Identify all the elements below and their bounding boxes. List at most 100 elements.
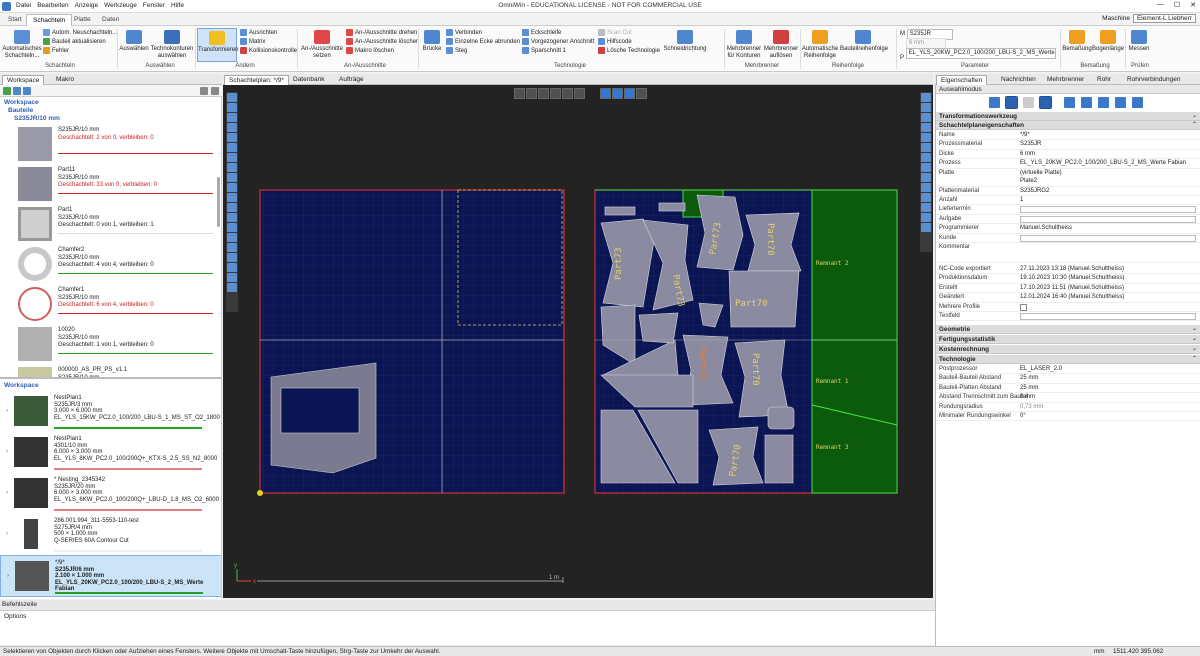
select-tag-icon[interactable] <box>1132 97 1143 108</box>
technology-row[interactable]: Rundungsradius 0,73 mm <box>936 403 1200 412</box>
property-row[interactable]: Prozessmaterial S235JR <box>936 140 1200 150</box>
nest-list-item[interactable]: › 286.001.994_311-5553-110-test S275JR/4 m… <box>0 514 221 556</box>
matrix-button[interactable]: Matrix <box>240 38 265 47</box>
zoom-fit-icon[interactable] <box>562 88 573 99</box>
property-row[interactable]: Kommentar <box>936 243 1200 263</box>
tab-datenbank[interactable]: Datenbank <box>289 75 328 84</box>
technology-section[interactable]: Technologie ⌃ <box>936 355 1200 364</box>
arc-tool-icon[interactable] <box>227 183 237 192</box>
expand-arrow-icon[interactable]: › <box>6 531 8 537</box>
tab-auftrage[interactable]: Aufträge <box>335 75 368 84</box>
tab-schachteln[interactable]: Schachteln <box>26 14 73 26</box>
shading-icon[interactable] <box>921 133 931 142</box>
property-row[interactable]: Erstellt 17.10.2023 11:51 (Manuel.Schulth… <box>936 284 1200 294</box>
offset-icon[interactable] <box>227 273 237 282</box>
tab-workspace[interactable]: Workspace <box>2 75 45 85</box>
select-bridge-icon[interactable] <box>1081 97 1092 108</box>
tab-pipe[interactable]: Rohr <box>1093 75 1115 84</box>
property-row[interactable]: Anzahl 1 <box>936 196 1200 206</box>
measure-button[interactable]: Messen <box>1127 30 1151 53</box>
zoom-window-icon[interactable] <box>526 88 537 99</box>
part-sequence-button[interactable]: Bauteilreihenfolge <box>840 30 888 53</box>
wireframe-icon[interactable] <box>921 143 931 152</box>
property-row[interactable]: Produktionsdatum 19.10.2023 10:30 (Manuel… <box>936 274 1200 284</box>
part-shape[interactable] <box>604 206 636 216</box>
transform-button[interactable]: Transformieren <box>197 28 238 62</box>
pre-pierce-button[interactable]: Vorgezogener Anschnitt <box>522 38 594 47</box>
settings-view-icon[interactable] <box>921 213 931 222</box>
transform-tool-section[interactable]: Transformationswerkzeug ⌄ <box>936 112 1200 121</box>
property-row[interactable]: NC-Code exportiert 27.11.2023 13:18 (Manu… <box>936 265 1200 275</box>
redraw-icon[interactable] <box>574 88 585 99</box>
auto-nesting-button[interactable]: Automatisches Schachteln... <box>2 30 42 59</box>
property-row[interactable]: Geändert 12.01.2024 16:40 (Manuel.Schulth… <box>936 293 1200 303</box>
select-leadin-icon[interactable] <box>1064 97 1075 108</box>
update-part-button[interactable]: Bauteil aktualisieren <box>43 38 106 47</box>
scan-cut-button[interactable]: Scan Cut <box>598 29 632 38</box>
select-contours-icon[interactable] <box>1005 96 1018 109</box>
property-row[interactable]: Dicke 6 mm <box>936 150 1200 160</box>
property-row[interactable]: Testfeld <box>936 312 1200 322</box>
lights-icon[interactable] <box>921 153 931 162</box>
nesting-canvas[interactable]: Part73 Part73 Part73 Part70 Part70 Part7… <box>223 85 933 598</box>
select-remnant-icon[interactable] <box>1098 97 1109 108</box>
show-contours-icon[interactable] <box>624 88 635 99</box>
pin-icon[interactable] <box>200 87 208 95</box>
technology-row[interactable]: Bauteil-Platten Abstand 25 mm <box>936 384 1200 394</box>
parts-header[interactable]: Bauteile <box>8 107 33 114</box>
dimension-button[interactable]: Bemaßung <box>1062 30 1092 53</box>
zoom-icon[interactable] <box>227 93 237 102</box>
show-labels-icon[interactable] <box>612 88 623 99</box>
statistics-section[interactable]: Fertigungsstatistik ⌄ <box>936 335 1200 344</box>
auto-renest-button[interactable]: Autom. Neuschachteln... <box>43 29 117 38</box>
delete-macro-button[interactable]: Makro löschen <box>346 47 394 56</box>
corner-loop-button[interactable]: Eckschleife <box>522 29 561 38</box>
view-iso-icon[interactable] <box>921 123 931 132</box>
cut-direction-button[interactable]: Schneidrichtung <box>662 30 708 53</box>
view-toggle-icon[interactable] <box>514 88 525 99</box>
info-icon[interactable] <box>921 203 931 212</box>
costs-section[interactable]: Kostenrechnung ⌄ <box>936 345 1200 354</box>
filter-icon[interactable] <box>23 87 31 95</box>
view-front-icon[interactable] <box>921 103 931 112</box>
view-top-icon[interactable] <box>921 93 931 102</box>
select-nest-icon[interactable] <box>1039 96 1052 109</box>
select-button[interactable]: Auswählen <box>119 30 149 53</box>
technology-row[interactable]: Postprozessor EL_LASER_2.0 <box>936 365 1200 375</box>
bridges-button[interactable]: Brücke <box>420 30 444 53</box>
property-row[interactable]: Kunde <box>936 234 1200 243</box>
expand-arrow-icon[interactable]: › <box>7 573 9 579</box>
aux-code-button[interactable]: Hilfscode <box>598 38 632 47</box>
expand-arrow-icon[interactable]: › <box>6 408 8 414</box>
web-button[interactable]: Steg <box>446 47 467 56</box>
tab-multihead[interactable]: Mehrbrenner <box>1043 75 1088 84</box>
nest-list-item[interactable]: › */9* S235JR/6 mm 2.100 × 1.000 mm EL_YLS_2… <box>0 555 221 597</box>
multihead-dissolve-button[interactable]: Mehrbrenner auflösen <box>763 30 799 59</box>
collision-button[interactable]: Kollisionskontrolle <box>240 47 297 56</box>
part-shape[interactable] <box>638 312 679 344</box>
property-input[interactable] <box>1020 313 1196 320</box>
technology-row[interactable]: Minimaler Rundungswinkel 0° <box>936 412 1200 422</box>
copy-icon[interactable] <box>227 233 237 242</box>
options-icon[interactable] <box>211 87 219 95</box>
layer-icon[interactable] <box>227 153 237 162</box>
location-icon[interactable] <box>921 223 931 232</box>
rotate-leadins-button[interactable]: An-/Ausschnitte drehen <box>346 29 417 38</box>
machine-selector[interactable]: Maschine Element-L Liebherr <box>1102 14 1196 23</box>
property-row[interactable]: Liefertermin <box>936 205 1200 215</box>
align-button[interactable]: Ausrichten <box>240 29 277 38</box>
part-list-item[interactable]: 000000_AS_PR_PS_v1.1S235JR/10 mm <box>0 361 221 377</box>
select-text-icon[interactable] <box>1115 97 1126 108</box>
errors-button[interactable]: Fehler <box>43 47 69 56</box>
multihead-contours-button[interactable]: Mehrbrenner für Konturen <box>726 30 762 59</box>
mirror-icon[interactable] <box>227 223 237 232</box>
arc-length-button[interactable]: Bogenlänge <box>1092 30 1124 53</box>
history-icon[interactable] <box>921 193 931 202</box>
pan-icon[interactable] <box>227 103 237 112</box>
part-shape[interactable] <box>764 434 794 484</box>
zoom-out-icon[interactable] <box>550 88 561 99</box>
section-icon[interactable] <box>921 163 931 172</box>
set-leadins-button[interactable]: An-/Ausschnitte setzen <box>300 30 344 59</box>
auto-sequence-button[interactable]: Automatische Reihenfolge <box>801 30 839 59</box>
tab-properties[interactable]: Eigenschaften <box>936 75 988 85</box>
